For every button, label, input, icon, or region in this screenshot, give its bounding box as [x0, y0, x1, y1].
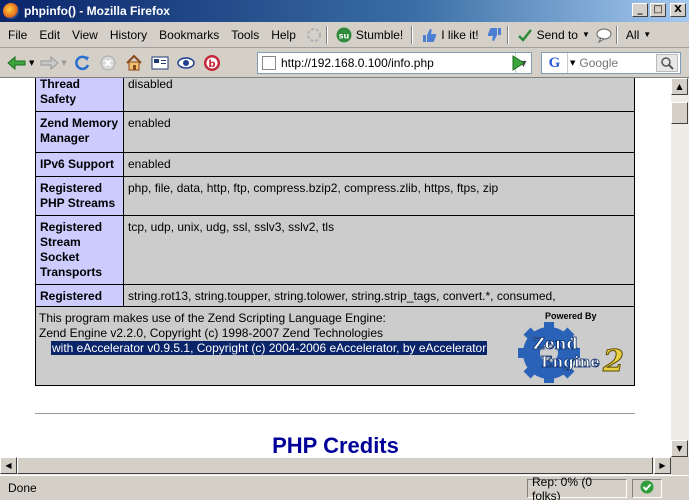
table-row: Registered PHP Streams php, file, data, …	[35, 176, 635, 216]
menu-edit[interactable]: Edit	[33, 28, 66, 42]
row-value: enabled	[123, 111, 635, 153]
status-bar: Done Rep: 0% (0 folks)	[0, 475, 689, 500]
checkmark-icon	[517, 27, 533, 43]
like-button[interactable]: I like it!	[417, 27, 482, 43]
chevron-down-icon: ▼	[581, 30, 590, 39]
send-to-button[interactable]: Send to ▼	[513, 27, 594, 43]
row-value: php, file, data, http, ftp, compress.bzi…	[123, 176, 635, 216]
zend-gear-icon: Zend Engine 2	[518, 322, 624, 383]
title-bar: phpinfo() - Mozilla Firefox _ □ X	[0, 0, 689, 22]
page-icon	[262, 56, 276, 70]
zend-engine-box: This program makes use of the Zend Scrip…	[35, 306, 635, 386]
thumbs-down-icon[interactable]	[487, 27, 503, 43]
page-content: Thread Safety disabled Zend Memory Manag…	[0, 78, 671, 457]
scroll-down-button[interactable]: ▼	[671, 440, 688, 457]
reputation-label: Rep: 0% (0 folks)	[532, 474, 593, 500]
svg-text:Zend: Zend	[533, 334, 578, 353]
vertical-scroll-thumb[interactable]	[671, 102, 688, 124]
menu-view[interactable]: View	[66, 28, 104, 42]
address-bar[interactable]: ▼	[257, 52, 532, 74]
scroll-up-button[interactable]: ▲	[671, 78, 688, 95]
scrollbar-corner	[671, 457, 689, 475]
screenshot-icon[interactable]	[149, 52, 171, 74]
table-row: Thread Safety disabled	[35, 78, 635, 112]
toolbar-separator	[615, 25, 618, 44]
stumbleupon-icon: su	[336, 27, 352, 43]
throbber-icon	[306, 27, 322, 43]
reload-button[interactable]	[71, 52, 93, 74]
minimize-button[interactable]: _	[632, 3, 648, 17]
search-icon[interactable]	[656, 54, 678, 72]
scroll-right-button[interactable]: ▶	[654, 457, 671, 474]
search-input[interactable]	[579, 56, 660, 70]
thumbs-up-icon	[421, 27, 437, 43]
row-value: tcp, udp, unix, udg, ssl, sslv3, sslv2, …	[123, 215, 635, 285]
forward-button[interactable]	[38, 52, 60, 74]
home-button[interactable]	[123, 52, 145, 74]
toolbar-separator	[325, 25, 328, 44]
table-row: Registered Stream Socket Transports tcp,…	[35, 215, 635, 285]
scroll-left-button[interactable]: ◀	[0, 457, 17, 474]
toolbar-separator	[411, 25, 414, 44]
engine-line-3-selected: with eAccelerator v0.9.5.1, Copyright (c…	[51, 341, 488, 355]
section-divider	[35, 413, 635, 414]
firefox-icon	[3, 3, 19, 19]
search-bar[interactable]: G ▼	[541, 52, 681, 74]
stumble-button[interactable]: su Stumble!	[332, 27, 407, 43]
menu-bookmarks[interactable]: Bookmarks	[153, 28, 225, 42]
stop-button[interactable]	[97, 52, 119, 74]
addon-b-icon[interactable]: b	[201, 52, 223, 74]
reputation-panel[interactable]: Rep: 0% (0 folks)	[527, 475, 627, 500]
menu-file[interactable]: File	[0, 28, 33, 42]
status-text: Done	[8, 481, 37, 495]
back-button[interactable]	[6, 52, 28, 74]
chevron-down-icon[interactable]: ▼	[61, 59, 66, 67]
maximize-button[interactable]: □	[650, 3, 666, 17]
menu-history[interactable]: History	[104, 28, 153, 42]
menu-bar: File Edit View History Bookmarks Tools H…	[0, 22, 689, 48]
table-row: IPv6 Support enabled	[35, 152, 635, 177]
window-controls: _ □ X	[632, 3, 686, 17]
speech-bubble-icon[interactable]	[596, 27, 612, 43]
svg-text:su: su	[339, 31, 350, 40]
horizontal-scrollbar[interactable]: ◀ ▶	[0, 457, 671, 475]
row-key: Registered Stream Socket Transports	[35, 215, 124, 285]
google-icon[interactable]: G	[542, 53, 568, 73]
go-button[interactable]	[508, 53, 528, 76]
svg-text:2: 2	[602, 344, 624, 379]
network-eye-icon[interactable]	[175, 52, 197, 74]
row-value: enabled	[123, 152, 635, 177]
menu-tools[interactable]: Tools	[225, 28, 265, 42]
all-label: All	[625, 27, 640, 42]
phpinfo-table: Thread Safety disabled Zend Memory Manag…	[35, 78, 635, 339]
url-input[interactable]	[281, 56, 491, 70]
green-check-icon	[640, 480, 654, 497]
php-credits-heading: PHP Credits	[272, 433, 399, 457]
chevron-down-icon: ▼	[643, 30, 652, 39]
table-row: Zend Memory Manager enabled	[35, 111, 635, 153]
menu-help[interactable]: Help	[265, 28, 302, 42]
row-value: disabled	[123, 78, 635, 112]
navigation-toolbar: ▼ ▼ b ▼ G ▼	[0, 49, 689, 78]
row-key: IPv6 Support	[35, 152, 124, 177]
stumble-label: Stumble!	[355, 27, 404, 42]
row-key: Thread Safety	[35, 78, 124, 112]
close-button[interactable]: X	[670, 3, 686, 17]
horizontal-scroll-thumb[interactable]	[17, 457, 653, 474]
all-dropdown[interactable]: All ▼	[622, 28, 655, 42]
security-status-panel[interactable]	[632, 479, 662, 498]
chevron-down-icon[interactable]: ▼	[29, 59, 34, 67]
toolbar-separator	[506, 25, 509, 44]
like-label: I like it!	[441, 27, 479, 42]
vertical-scrollbar[interactable]: ▲ ▼	[671, 78, 689, 457]
zend-engine-logo[interactable]: Powered By Zend Engine 2	[515, 309, 630, 383]
svg-text:b: b	[208, 59, 215, 70]
row-key: Zend Memory Manager	[35, 111, 124, 153]
row-key: Registered PHP Streams	[35, 176, 124, 216]
send-to-label: Send to	[536, 27, 578, 42]
window-title: phpinfo() - Mozilla Firefox	[24, 4, 170, 18]
chevron-down-icon[interactable]: ▼	[570, 59, 575, 67]
svg-text:Engine: Engine	[541, 353, 600, 371]
